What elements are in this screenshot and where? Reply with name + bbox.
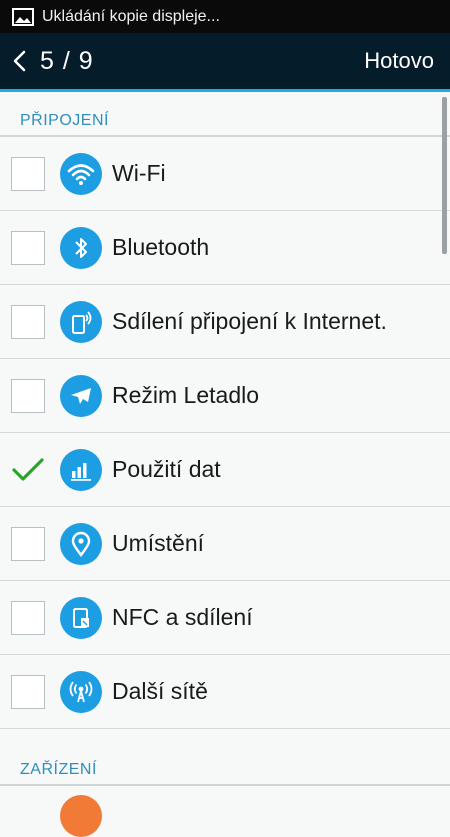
item-label: NFC a sdílení	[112, 604, 253, 630]
list-item-bluetooth[interactable]: Bluetooth	[0, 211, 450, 285]
item-label: Sdílení připojení k Internet.	[112, 308, 387, 334]
nfc-icon	[60, 596, 102, 639]
status-bar: Ukládání kopie displeje...	[0, 0, 450, 33]
checkbox[interactable]	[11, 156, 45, 191]
list-item-nfc[interactable]: NFC a sdílení	[0, 581, 450, 655]
back-chevron-icon[interactable]	[10, 49, 30, 73]
airplane-icon	[60, 374, 102, 417]
scrollbar[interactable]	[442, 97, 447, 254]
checkbox[interactable]	[11, 378, 45, 413]
checkbox[interactable]	[11, 230, 45, 265]
section-header-connections: PŘIPOJENÍ	[0, 92, 450, 137]
status-notification-text: Ukládání kopie displeje...	[42, 7, 220, 25]
list-item-location[interactable]: Umístění	[0, 507, 450, 581]
checkbox[interactable]	[11, 526, 45, 561]
item-label: Další sítě	[112, 678, 208, 704]
checkmark-icon	[12, 457, 44, 481]
checkbox-checked[interactable]	[11, 453, 45, 487]
data-usage-icon	[60, 448, 102, 491]
item-label: Bluetooth	[112, 234, 210, 260]
list-item-airplane-mode[interactable]: Režim Letadlo	[0, 359, 450, 433]
list-item-more-networks[interactable]: Další sítě	[0, 655, 450, 729]
item-label: Režim Letadlo	[112, 382, 260, 408]
done-button[interactable]: Hotovo	[364, 48, 434, 74]
item-label: Použití dat	[112, 456, 221, 482]
section-header-device: ZAŘÍZENÍ	[0, 741, 450, 786]
checkbox[interactable]	[11, 600, 45, 635]
image-icon	[12, 7, 34, 26]
settings-list[interactable]: PŘIPOJENÍ Wi-Fi Bluetooth Sdílení připoj…	[0, 92, 450, 800]
wifi-icon	[60, 152, 102, 195]
list-item-wifi[interactable]: Wi-Fi	[0, 137, 450, 211]
checkbox[interactable]	[11, 674, 45, 709]
item-label: Wi-Fi	[112, 160, 166, 186]
next-item-icon	[60, 795, 102, 837]
more-networks-icon	[60, 670, 102, 713]
tethering-icon	[60, 300, 102, 343]
location-icon	[60, 522, 102, 565]
selection-counter: 5 / 9	[40, 46, 94, 75]
item-label: Umístění	[112, 530, 205, 556]
checkbox[interactable]	[11, 304, 45, 339]
bluetooth-icon	[60, 226, 102, 269]
list-item-data-usage[interactable]: Použití dat	[0, 433, 450, 507]
list-item-tethering[interactable]: Sdílení připojení k Internet.	[0, 285, 450, 359]
action-bar: 5 / 9 Hotovo	[0, 33, 450, 89]
